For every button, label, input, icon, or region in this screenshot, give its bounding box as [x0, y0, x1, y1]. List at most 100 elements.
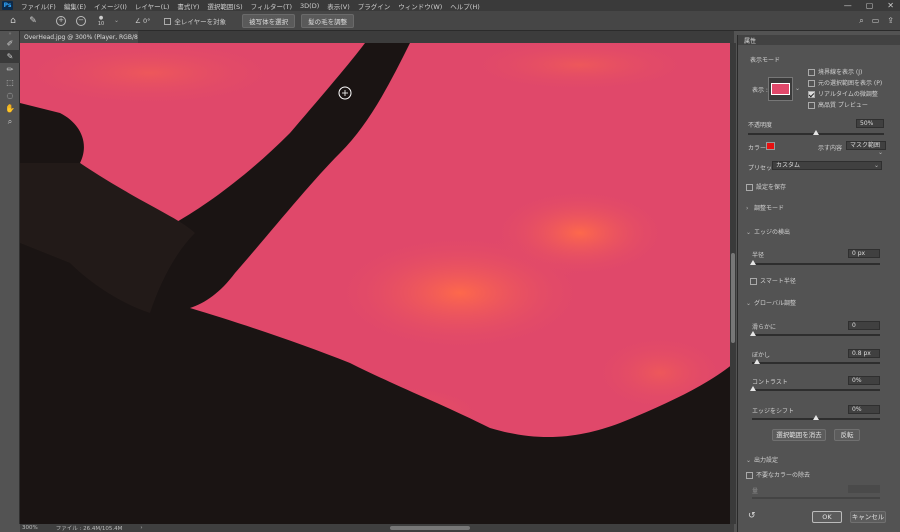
status-bar: 300% ファイル : 26.4M/105.4M ›	[20, 524, 734, 532]
hand-tool-icon[interactable]: ✋	[0, 102, 20, 115]
smooth-label: 滑らかに	[752, 324, 777, 331]
indicates-label: 示す内容	[818, 145, 843, 152]
menu-select[interactable]: 選択範囲(S)	[203, 1, 246, 11]
maximize-icon[interactable]: ▢	[866, 1, 874, 10]
menu-layer[interactable]: レイヤー(L)	[131, 1, 174, 11]
opacity-label: 不透明度	[748, 122, 773, 129]
shift-edge-input[interactable]: 0%	[848, 405, 880, 414]
brush-size-picker[interactable]: ● 10	[94, 14, 108, 28]
radius-input[interactable]: 0 px	[848, 249, 880, 258]
chevron-down-icon[interactable]: ⌄	[114, 17, 119, 24]
global-refine-section[interactable]: ⌄ グローバル調整	[746, 298, 796, 307]
show-edge-checkbox[interactable]: 境界線を表示 (J)	[808, 67, 862, 76]
chevron-down-icon: ⌄	[746, 457, 752, 464]
share-icon[interactable]: ⇪	[887, 16, 894, 26]
shift-edge-slider-knob[interactable]	[813, 415, 819, 420]
menu-view[interactable]: 表示(V)	[323, 1, 354, 11]
menu-3d[interactable]: 3D(D)	[296, 2, 323, 10]
preset-select[interactable]: カスタム ⌄	[772, 161, 882, 170]
search-icon[interactable]: ⌕	[859, 16, 863, 26]
sample-all-layers-checkbox[interactable]: 全レイヤーを対象	[164, 16, 226, 26]
ok-button[interactable]: OK	[812, 511, 842, 523]
indicates-select[interactable]: マスク範囲 ⌄	[846, 141, 886, 156]
minimize-icon[interactable]: —	[844, 1, 852, 10]
menu-filter[interactable]: フィルター(T)	[247, 1, 296, 11]
object-selection-tool-icon[interactable]: ⬚	[0, 76, 20, 89]
properties-panel: 属性 表示モード 表示 : ⌄ 境界線を表示 (J) 元の選択範囲を表示 (P)…	[737, 35, 900, 532]
menu-plugins[interactable]: プラグイン	[354, 1, 395, 11]
horizontal-scroll-thumb[interactable]	[390, 526, 470, 530]
radius-slider-knob[interactable]	[750, 260, 756, 265]
feather-slider-track[interactable]	[752, 362, 880, 364]
output-settings-section[interactable]: ⌄ 出力設定	[746, 455, 778, 464]
zoom-tool-icon[interactable]: ⌕	[0, 115, 20, 128]
smooth-slider-knob[interactable]	[750, 331, 756, 336]
menu-help[interactable]: ヘルプ(H)	[446, 1, 483, 11]
document-tab-title: OverHead.jpg @ 300% (Player, RGB/8) *	[24, 33, 146, 41]
contrast-slider-track[interactable]	[752, 389, 880, 391]
document-tab[interactable]: OverHead.jpg @ 300% (Player, RGB/8) * ×	[20, 31, 154, 43]
cancel-button[interactable]: キャンセル	[850, 511, 886, 523]
radius-slider-track[interactable]	[752, 263, 880, 265]
view-preview-swatch	[771, 83, 790, 95]
minus-circle-icon: −	[76, 15, 86, 26]
quick-selection-tool-icon[interactable]: ✐	[0, 37, 20, 50]
file-info: ファイル : 26.4M/105.4M	[55, 526, 123, 532]
angle-value: 0°	[142, 16, 151, 25]
view-thumbnail[interactable]	[768, 77, 793, 101]
chevron-down-icon[interactable]: ⌄	[795, 85, 800, 92]
mask-color-swatch[interactable]	[766, 142, 775, 150]
opacity-slider-knob[interactable]	[813, 130, 819, 135]
chevron-down-icon: ⌄	[746, 229, 752, 236]
reset-icon[interactable]: ↺	[748, 511, 756, 521]
photo-preview	[20, 43, 734, 524]
decontaminate-label: 不要なカラーの除去	[756, 472, 811, 479]
panel-header: 属性	[738, 35, 900, 45]
brush-tool-icon[interactable]: ✏	[0, 63, 20, 76]
decontaminate-checkbox[interactable]: 不要なカラーの除去	[746, 470, 810, 479]
amount-input	[848, 485, 880, 493]
subtract-mode-button[interactable]: −	[74, 14, 88, 28]
zoom-level[interactable]: 300%	[22, 525, 38, 531]
home-icon[interactable]: ⌂	[6, 14, 20, 28]
hq-preview-checkbox[interactable]: 高品質 プレビュー	[808, 100, 868, 109]
tools-panel: » ✐ ✎ ✏ ⬚ ◌ ✋ ⌕	[0, 31, 20, 524]
vertical-scrollbar[interactable]	[730, 43, 736, 524]
feather-slider-knob[interactable]	[754, 359, 760, 364]
lasso-tool-icon[interactable]: ◌	[0, 89, 20, 102]
feather-input[interactable]: 0.8 px	[848, 349, 880, 358]
smooth-slider-track[interactable]	[752, 334, 880, 336]
workspace-icon[interactable]: ▭	[872, 16, 880, 26]
edge-detection-section[interactable]: ⌄ エッジの検出	[746, 227, 790, 236]
menu-window[interactable]: ウィンドウ(W)	[394, 1, 446, 11]
menu-type[interactable]: 書式(Y)	[173, 1, 203, 11]
angle-field[interactable]: ∠ 0°	[135, 17, 150, 25]
refine-edge-brush-tool-icon[interactable]: ✎	[0, 50, 20, 63]
add-mode-button[interactable]: +	[54, 14, 68, 28]
adjust-mode-section[interactable]: › 調整モード	[746, 203, 784, 212]
clear-selection-button[interactable]: 選択範囲を消去	[772, 429, 826, 441]
smart-radius-checkbox[interactable]: スマート半径	[750, 276, 796, 285]
close-icon[interactable]: ✕	[887, 1, 894, 10]
refine-hair-button[interactable]: 髪の毛を調整	[301, 13, 355, 28]
smooth-input[interactable]: 0	[848, 321, 880, 330]
scroll-thumb[interactable]	[731, 253, 735, 343]
remember-settings-checkbox[interactable]: 設定を保存	[746, 182, 786, 191]
menu-bar: Ps ファイル(F) 編集(E) イメージ(I) レイヤー(L) 書式(Y) 選…	[0, 0, 900, 11]
opacity-input[interactable]: 50%	[856, 119, 884, 128]
realtime-checkbox[interactable]: リアルタイムの微調整	[808, 89, 878, 98]
document-canvas[interactable]	[20, 43, 734, 524]
menu-image[interactable]: イメージ(I)	[90, 1, 131, 11]
select-subject-button[interactable]: 被写体を選択	[242, 13, 296, 28]
menu-file[interactable]: ファイル(F)	[17, 1, 60, 11]
checkbox-icon	[164, 18, 172, 25]
chevron-right-icon[interactable]: ›	[140, 525, 142, 531]
contrast-input[interactable]: 0%	[848, 376, 880, 385]
show-original-checkbox[interactable]: 元の選択範囲を表示 (P)	[808, 78, 882, 87]
refine-brush-tool-icon[interactable]: ✎	[26, 14, 40, 28]
amount-label: 量	[752, 488, 759, 495]
menu-edit[interactable]: 編集(E)	[60, 1, 90, 11]
invert-button[interactable]: 反転	[834, 429, 860, 441]
contrast-slider-knob[interactable]	[750, 386, 756, 391]
sample-all-layers-label: 全レイヤーを対象	[174, 17, 227, 26]
